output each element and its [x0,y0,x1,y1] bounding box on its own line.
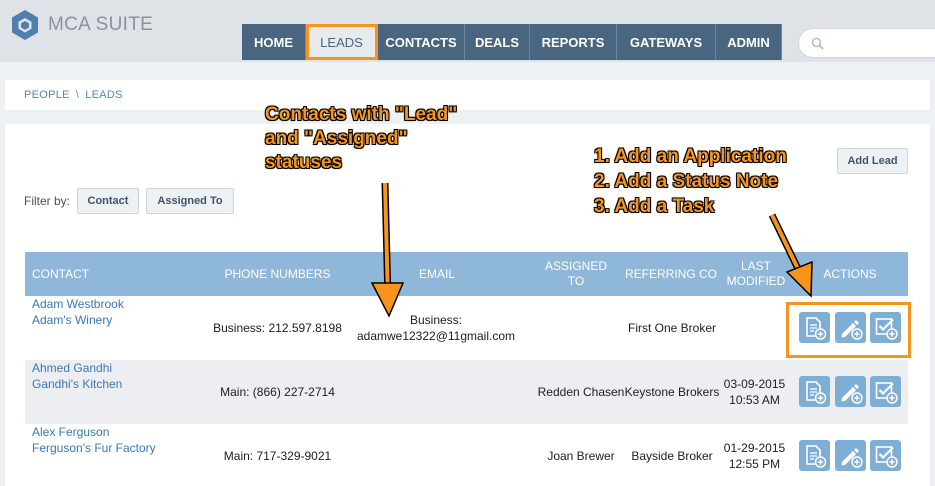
logo-hexagon-icon [12,10,38,40]
nav-gateways[interactable]: GATEWAYS [617,24,716,60]
add-application-icon [802,443,828,469]
add-lead-button[interactable]: Add Lead [837,148,908,174]
col-referring[interactable]: REFERRING CO [625,252,717,296]
add-application-button[interactable] [799,440,830,471]
col-actions: ACTIONS [823,266,877,281]
col-email[interactable]: EMAIL [387,252,487,296]
add-task-button[interactable] [870,376,901,407]
add-note-button[interactable] [835,440,866,471]
app-name: MCA SUITE [48,14,154,35]
nav-contacts[interactable]: CONTACTS [378,24,465,60]
email-cell [350,424,522,486]
search-icon [811,37,824,50]
add-note-button[interactable] [835,376,866,407]
actions-annotation-line-2: 2. Add a Status Note [594,171,779,192]
actions-annotation-line-3: 3. Add a Task [594,196,715,217]
email-label: Business: [409,313,463,327]
add-application-icon [802,379,828,405]
modified-time: 10:53 AM [729,393,780,407]
statuses-annotation-line-3: statuses [265,152,343,173]
modified-date: 01-29-2015 [723,441,786,455]
add-note-icon [838,443,864,469]
email-cell [350,360,522,424]
contact-company-link[interactable]: Adam's Winery [32,312,112,328]
add-task-icon [873,443,899,469]
add-note-icon [838,379,864,405]
nav-deals[interactable]: DEALS [465,24,530,60]
filter-contact-button[interactable]: Contact [77,188,139,214]
actions-annotation-line-1: 1. Add an Application [594,146,787,167]
contact-company-link[interactable]: Ferguson's Fur Factory [32,440,156,456]
top-bar: MCA SUITE HOME LEADS CONTACTS DEALS REPO… [0,0,935,62]
breadcrumb-people[interactable]: PEOPLE [24,89,70,101]
contact-name-link[interactable]: Ahmed Gandhi [32,360,112,376]
table-header: CONTACT PHONE NUMBERS EMAIL ASSIGNED TO … [25,252,908,296]
breadcrumb-separator: \ [75,89,80,101]
col-contact[interactable]: CONTACT [32,252,89,296]
col-phone[interactable]: PHONE NUMBERS [205,252,350,296]
actions-highlight-box [786,302,911,358]
modified-cell: 03-09-2015 10:53 AM [722,360,787,424]
breadcrumb-leads[interactable]: LEADS [85,89,123,101]
modified-time: 12:55 PM [728,457,781,471]
assigned-cell: Redden Chasen [537,385,625,399]
statuses-annotation-line-2: and "Assigned" [265,128,408,149]
assigned-cell: Joan Brewer [547,449,615,463]
statuses-annotation: Contacts with "Lead" and "Assigned" stat… [265,103,457,175]
add-task-button[interactable] [870,440,901,471]
table-row: Ahmed Gandhi Gandhi's Kitchen Main: (866… [25,360,908,424]
add-task-icon [873,379,899,405]
nav-home[interactable]: HOME [242,24,306,60]
logo[interactable]: MCA SUITE [10,9,153,41]
phone-cell: Main: 717-329-9021 [223,449,332,463]
contact-company-link[interactable]: Gandhi's Kitchen [32,376,122,392]
phone-cell: Main: (866) 227-2714 [220,385,335,399]
email-cell: Business: adamwe12322@11gmail.com [350,296,522,360]
nav-reports[interactable]: REPORTS [530,24,617,60]
add-application-button[interactable] [799,376,830,407]
nav-admin[interactable]: ADMIN [716,24,782,60]
main-nav: HOME LEADS CONTACTS DEALS REPORTS GATEWA… [242,24,782,60]
contact-name-link[interactable]: Adam Westbrook [32,296,124,312]
phone-cell: Business: 212.597.8198 [213,321,342,335]
table-row: Alex Ferguson Ferguson's Fur Factory Mai… [25,424,908,486]
assigned-cell [530,296,632,360]
contact-name-link[interactable]: Alex Ferguson [32,424,109,440]
filter-label: Filter by: [24,194,71,208]
col-modified[interactable]: LAST MODIFIED [727,252,786,296]
search-input[interactable] [798,28,935,58]
statuses-annotation-line-1: Contacts with "Lead" [265,104,458,125]
table-row: Adam Westbrook Adam's Winery Business: 2… [25,296,908,360]
referring-cell: First One Broker [627,321,717,335]
modified-date: 03-09-2015 [723,377,786,391]
referring-cell: Bayside Broker [631,449,713,463]
nav-leads[interactable]: LEADS [306,24,378,60]
col-assigned[interactable]: ASSIGNED TO [537,252,615,296]
modified-cell: 01-29-2015 12:55 PM [722,424,787,486]
modified-cell [722,296,787,360]
email-value: adamwe12322@11gmail.com [356,329,516,343]
referring-cell: Keystone Brokers [624,385,720,399]
filter-assigned-button[interactable]: Assigned To [146,188,234,214]
breadcrumb: PEOPLE \ LEADS [5,80,930,110]
actions-annotation: 1. Add an Application 2. Add a Status No… [594,144,787,219]
